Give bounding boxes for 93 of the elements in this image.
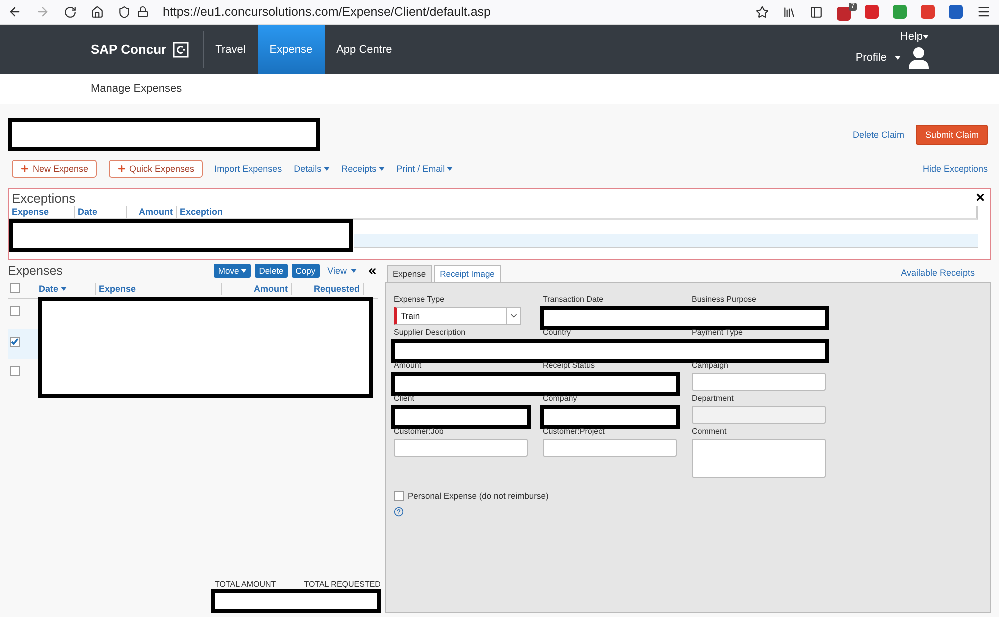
caret-icon: [60, 287, 67, 291]
extension-icon[interactable]: [837, 7, 851, 21]
column-header[interactable]: Requested: [292, 283, 364, 295]
profile-menu[interactable]: Profile: [856, 52, 901, 64]
field-label: Company: [543, 394, 578, 405]
column-header[interactable]: Expense: [96, 283, 222, 295]
nav-tab[interactable]: App Centre: [324, 25, 404, 74]
field-label: Department: [692, 394, 735, 405]
caret-icon: [324, 167, 330, 171]
field-label: Customer:Job: [394, 427, 445, 438]
close-icon[interactable]: [975, 192, 986, 203]
toolbar-menu[interactable]: Print / Email: [396, 164, 454, 174]
panel-title: Exceptions: [12, 191, 76, 206]
caret-icon: [241, 269, 248, 273]
add-expense-button[interactable]: Quick Expenses: [108, 160, 203, 178]
home-icon[interactable]: [91, 6, 104, 18]
nav-tab[interactable]: Travel: [204, 25, 258, 74]
total-label: TOTAL AMOUNT: [215, 580, 276, 589]
column-header[interactable]: Amount: [127, 206, 177, 218]
extension-icon[interactable]: [893, 5, 907, 19]
field-label: Amount: [394, 361, 423, 372]
field-label: Country: [543, 328, 572, 339]
menu-icon[interactable]: [977, 5, 991, 19]
collapse-icon[interactable]: [367, 266, 378, 276]
address-field[interactable]: https://eu1.concursolutions.com/Expense/Client/default.asp: [163, 5, 742, 19]
forward-icon[interactable]: [36, 5, 50, 19]
caret-icon: [895, 56, 901, 60]
row-checkbox[interactable]: [10, 366, 20, 376]
column-header[interactable]: Date: [36, 283, 96, 295]
row-checkbox[interactable]: [10, 337, 20, 347]
caret-icon: [351, 269, 357, 273]
total-label: TOTAL REQUESTED: [304, 580, 381, 589]
field-label: Comment: [692, 427, 728, 438]
hide-exceptions-link[interactable]: Hide Exceptions: [922, 164, 988, 174]
field-label: Transaction Date: [543, 295, 605, 306]
caret-icon: [378, 167, 385, 171]
lock-icon: [137, 6, 149, 18]
logo-icon: [172, 42, 189, 58]
expense-type-select[interactable]: Train: [394, 307, 521, 325]
help-icon[interactable]: [394, 507, 404, 517]
row-checkbox[interactable]: [10, 306, 20, 316]
field-label: Campaign: [692, 361, 730, 372]
checkbox-label: Personal Expense (do not reimburse): [408, 491, 549, 501]
library-icon[interactable]: [783, 6, 796, 18]
personal-expense-checkbox[interactable]: [394, 491, 404, 501]
column-header[interactable]: Exception: [177, 206, 977, 218]
comment-field[interactable]: [692, 439, 826, 478]
field-label: Receipt Status: [543, 361, 596, 372]
logo-text: SAP Concur: [91, 42, 167, 57]
list-action-button[interactable]: Copy: [292, 264, 320, 278]
submit-claim-button[interactable]: Submit Claim: [916, 124, 988, 144]
input-field[interactable]: [394, 439, 528, 457]
input-field[interactable]: [543, 439, 677, 457]
back-icon[interactable]: [8, 5, 22, 19]
field-label: Customer:Project: [543, 427, 606, 438]
toolbar-menu[interactable]: Receipts: [342, 164, 385, 174]
sidebar-icon[interactable]: [810, 6, 823, 18]
plus-icon: [116, 164, 127, 174]
user-avatar-icon[interactable]: [909, 46, 929, 68]
field-label: Payment Type: [692, 328, 744, 339]
delete-claim-link[interactable]: Delete Claim: [852, 130, 904, 140]
field-label: Expense Type: [394, 295, 446, 306]
reload-icon[interactable]: [64, 6, 77, 18]
available-receipts-link[interactable]: Available Receipts: [901, 268, 975, 278]
caret-icon: [447, 167, 454, 171]
field-label: Client: [394, 394, 416, 405]
toolbar-link[interactable]: Import Expenses: [214, 164, 282, 174]
list-action-button[interactable]: Move: [214, 264, 252, 278]
detail-tab[interactable]: Expense: [387, 265, 432, 282]
list-action-button[interactable]: Delete: [255, 264, 288, 278]
field-label: Business Purpose: [692, 295, 758, 306]
column-header[interactable]: Amount: [222, 283, 292, 295]
view-menu[interactable]: View: [328, 266, 357, 276]
detail-tab[interactable]: Receipt Image: [434, 265, 501, 282]
shield-icon[interactable]: [118, 6, 131, 18]
nav-tab[interactable]: Expense: [258, 25, 325, 74]
caret-icon: [923, 34, 929, 38]
extension-icon[interactable]: [949, 5, 963, 19]
column-header[interactable]: Date: [75, 206, 127, 218]
field-label: Supplier Description: [394, 328, 467, 339]
bookmark-star-icon[interactable]: [756, 6, 769, 18]
panel-title: Expenses: [8, 264, 63, 278]
select-all-checkbox[interactable]: [10, 283, 20, 293]
help-menu[interactable]: Help: [900, 30, 929, 42]
add-expense-button[interactable]: New Expense: [12, 160, 97, 178]
extension-icon[interactable]: [921, 5, 935, 19]
page-tab[interactable]: Manage Expenses: [91, 83, 182, 95]
input-field[interactable]: [692, 373, 826, 391]
toolbar-menu[interactable]: Details: [294, 164, 330, 174]
expense-row[interactable]: [8, 329, 38, 359]
plus-icon: [20, 164, 30, 174]
column-header[interactable]: Expense: [9, 206, 75, 218]
extension-icon[interactable]: [865, 5, 879, 19]
